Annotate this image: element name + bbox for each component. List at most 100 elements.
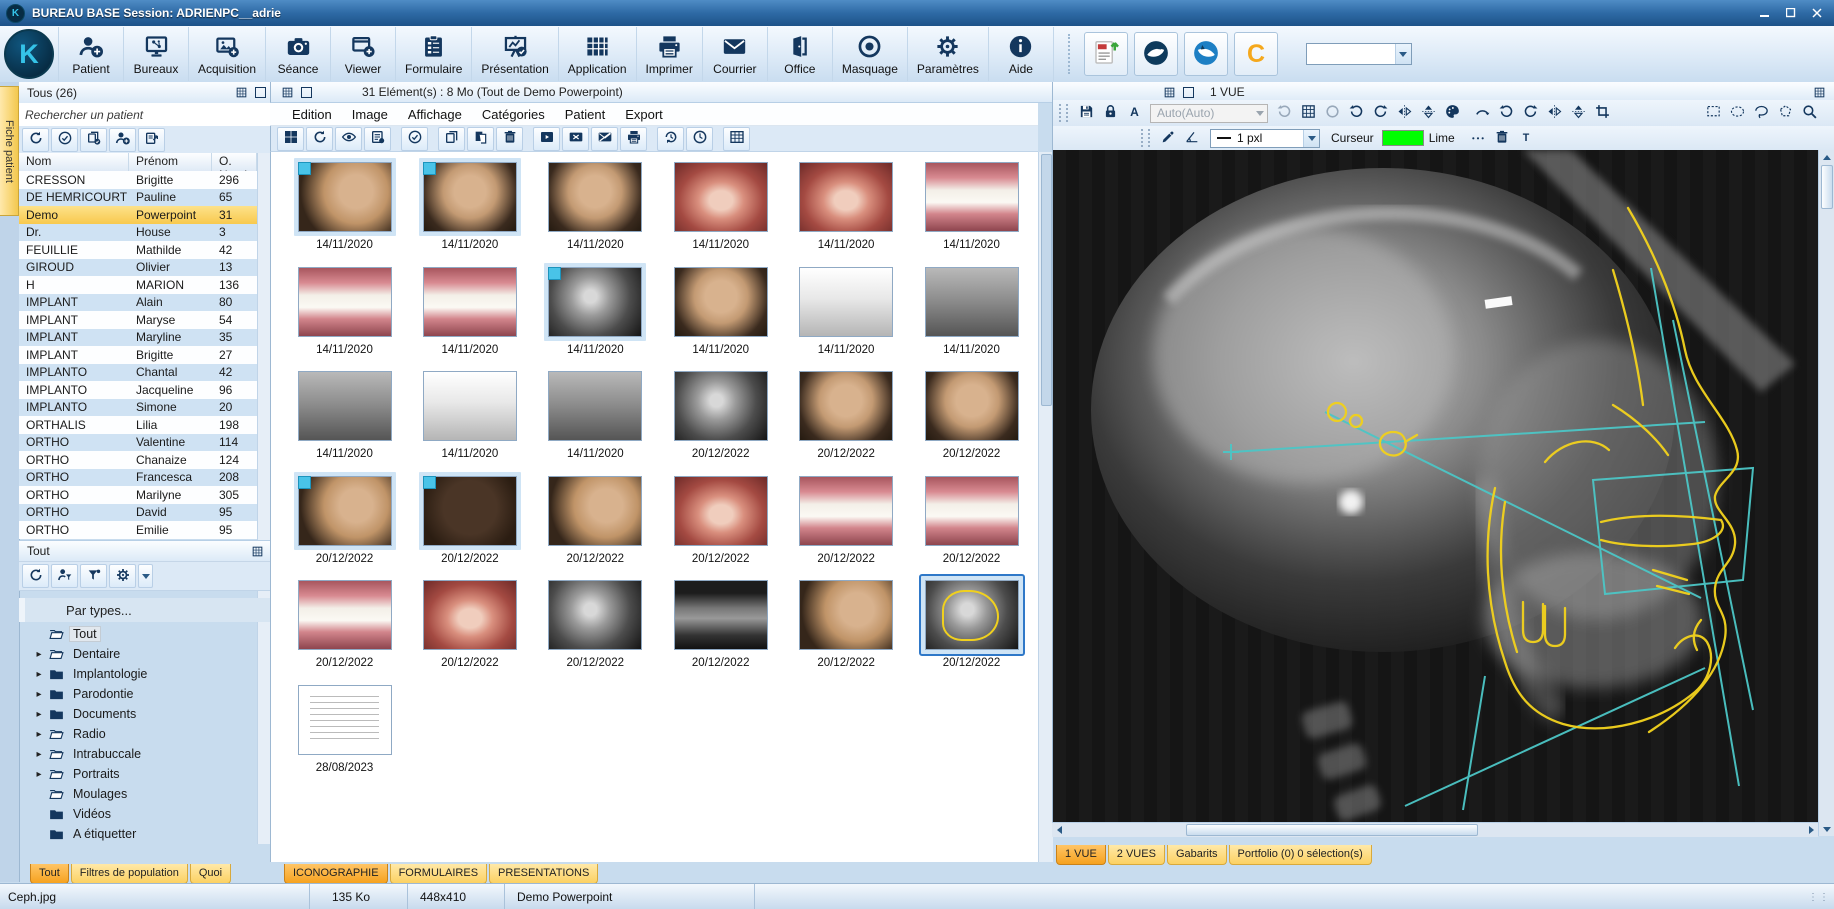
protractor-button[interactable] — [1180, 128, 1204, 149]
form-button[interactable] — [364, 127, 391, 151]
toolbar-button-acquisition[interactable]: Acquisition — [189, 27, 266, 81]
flip-h-button[interactable] — [1542, 103, 1566, 124]
patient-row[interactable]: IMPLANT Maryse 54 — [19, 311, 257, 329]
flip-h-button[interactable] — [1392, 103, 1416, 124]
toolbar-grip[interactable] — [1141, 129, 1150, 147]
close-button[interactable] — [1805, 4, 1829, 22]
circle-button[interactable] — [1320, 103, 1344, 124]
thumbnail[interactable]: 14/11/2020 — [536, 263, 655, 363]
toolbar-button-masquage[interactable]: Masquage — [833, 27, 908, 81]
tab-quoi[interactable]: Quoi — [190, 864, 231, 884]
tab-portfolio-0-0-selection-s[interactable]: Portfolio (0) 0 sélection(s) — [1229, 845, 1372, 865]
tab-formulaires[interactable]: FORMULAIRES — [390, 864, 487, 884]
toolbar-button-viewer[interactable]: Viewer — [331, 27, 396, 81]
expand-arrow-icon[interactable]: ▸ — [32, 649, 46, 660]
select-polygon-button[interactable] — [1773, 103, 1797, 124]
patient-row[interactable]: ORTHO Emilie 95 — [19, 521, 257, 539]
select-lasso-button[interactable] — [1749, 103, 1773, 124]
toolbar-button-aide[interactable]: Aide — [989, 27, 1054, 81]
patient-row[interactable]: DE HEMRICOURT Pauline 65 — [19, 189, 257, 207]
layout-icon[interactable] — [301, 87, 312, 98]
tree-item-a-etiquetter[interactable]: A étiquetter — [19, 824, 257, 844]
patient-row[interactable]: IMPLANT Alain 80 — [19, 294, 257, 312]
thumbnail[interactable]: 14/11/2020 — [285, 367, 404, 467]
toolbar-button-formulaire[interactable]: Formulaire — [396, 27, 472, 81]
select-rect-button[interactable] — [1701, 103, 1725, 124]
toolbar-button-application[interactable]: Application — [559, 27, 637, 81]
lock-button[interactable] — [1098, 103, 1122, 124]
rotate-right-button[interactable] — [1518, 103, 1542, 124]
layout-icon[interactable] — [255, 87, 266, 98]
pdf-doc-button[interactable] — [1084, 32, 1128, 76]
tab-fiche-patient[interactable]: Fiche patient — [0, 86, 19, 216]
pencil-button[interactable] — [1156, 128, 1180, 149]
thumbnail[interactable]: 20/12/2022 — [661, 576, 780, 676]
tree-item-dentaire[interactable]: ▸ Dentaire — [19, 644, 257, 664]
thumbnail[interactable]: 20/12/2022 — [661, 472, 780, 572]
tab-gabarits[interactable]: Gabarits — [1167, 845, 1227, 865]
trash-button[interactable] — [496, 127, 523, 151]
refresh-button[interactable] — [306, 127, 333, 151]
ceph-viewer-canvas[interactable] — [1052, 150, 1819, 822]
table-button[interactable] — [723, 127, 750, 151]
orca2-button[interactable] — [1184, 32, 1228, 76]
patient-row[interactable]: FEUILLIE Mathilde 42 — [19, 241, 257, 259]
thumbnail[interactable]: 20/12/2022 — [912, 472, 1031, 572]
menu-patient[interactable]: Patient — [555, 105, 615, 124]
person-funnel-button[interactable] — [51, 564, 78, 588]
mail-x-button[interactable] — [562, 127, 589, 151]
patient-row[interactable]: IMPLANTO Chantal 42 — [19, 364, 257, 382]
toolbar-button-seance[interactable]: Séance — [266, 27, 331, 81]
patient-row[interactable]: H MARION 136 — [19, 276, 257, 294]
refresh-button[interactable] — [22, 564, 49, 588]
thumbnail[interactable]: 20/12/2022 — [285, 576, 404, 676]
thumbnail[interactable]: 20/12/2022 — [787, 576, 906, 676]
thumbnail[interactable]: 20/12/2022 — [912, 576, 1031, 676]
toolbar-combobox[interactable] — [1306, 43, 1412, 65]
thumbnail[interactable]: 14/11/2020 — [536, 158, 655, 258]
thumbnail[interactable]: 14/11/2020 — [912, 263, 1031, 363]
patient-row[interactable]: Dr. House 3 — [19, 224, 257, 242]
grid-view-icon[interactable] — [1813, 86, 1826, 99]
tree-item-videos[interactable]: Vidéos — [19, 804, 257, 824]
c-badge-button[interactable]: C — [1234, 32, 1278, 76]
tiles-button[interactable] — [277, 127, 304, 151]
line-width-select[interactable]: 1 pxl — [1210, 129, 1320, 148]
tab-presentations[interactable]: PRESENTATIONS — [489, 864, 598, 884]
magnifier-button[interactable] — [1797, 103, 1821, 124]
resize-grip-icon[interactable]: ⋮⋮ — [1808, 892, 1830, 903]
tree-item-portraits[interactable]: ▸ Portraits — [19, 764, 257, 784]
column-header-nom[interactable]: Nom — [19, 153, 129, 171]
history-button[interactable] — [657, 127, 684, 151]
thumbnail[interactable]: 20/12/2022 — [410, 472, 529, 572]
grid-s-button[interactable] — [1296, 103, 1320, 124]
grid-view-icon[interactable] — [1163, 86, 1176, 99]
toolbar-button-office[interactable]: Office — [768, 27, 833, 81]
patient-row[interactable]: ORTHO David 95 — [19, 504, 257, 522]
patient-row[interactable]: IMPLANTO Jacqueline 96 — [19, 381, 257, 399]
dots3-button[interactable] — [1466, 128, 1490, 149]
patient-row[interactable]: ORTHO Valentine 114 — [19, 434, 257, 452]
funnel-star-button[interactable] — [80, 564, 107, 588]
patient-row[interactable]: IMPLANT Brigitte 27 — [19, 346, 257, 364]
slideshow-button[interactable] — [533, 127, 560, 151]
eye-button[interactable] — [335, 127, 362, 151]
thumbnail[interactable]: 20/12/2022 — [787, 472, 906, 572]
expand-arrow-icon[interactable]: ▸ — [32, 669, 46, 680]
menu-export[interactable]: Export — [615, 105, 673, 124]
search-input[interactable] — [19, 103, 270, 126]
copy-check-button[interactable] — [80, 128, 107, 152]
menu-affichage[interactable]: Affichage — [398, 105, 472, 124]
refresh-button[interactable] — [22, 128, 49, 152]
toolbar-button-presentation[interactable]: Présentation — [472, 27, 558, 81]
patient-row[interactable]: ORTHALIS Lilia 198 — [19, 416, 257, 434]
patient-list-scrollbar[interactable] — [257, 153, 271, 844]
clock-button[interactable] — [686, 127, 713, 151]
thumbnail[interactable]: 14/11/2020 — [410, 367, 529, 467]
minimize-button[interactable] — [1753, 4, 1777, 22]
thumbnail[interactable]: 20/12/2022 — [787, 367, 906, 467]
thumbnail[interactable]: 14/11/2020 — [787, 263, 906, 363]
thumbnail[interactable]: 28/08/2023 — [285, 681, 404, 781]
tab-1-vue[interactable]: 1 VUE — [1056, 845, 1106, 865]
thumbnail[interactable]: 14/11/2020 — [410, 263, 529, 363]
